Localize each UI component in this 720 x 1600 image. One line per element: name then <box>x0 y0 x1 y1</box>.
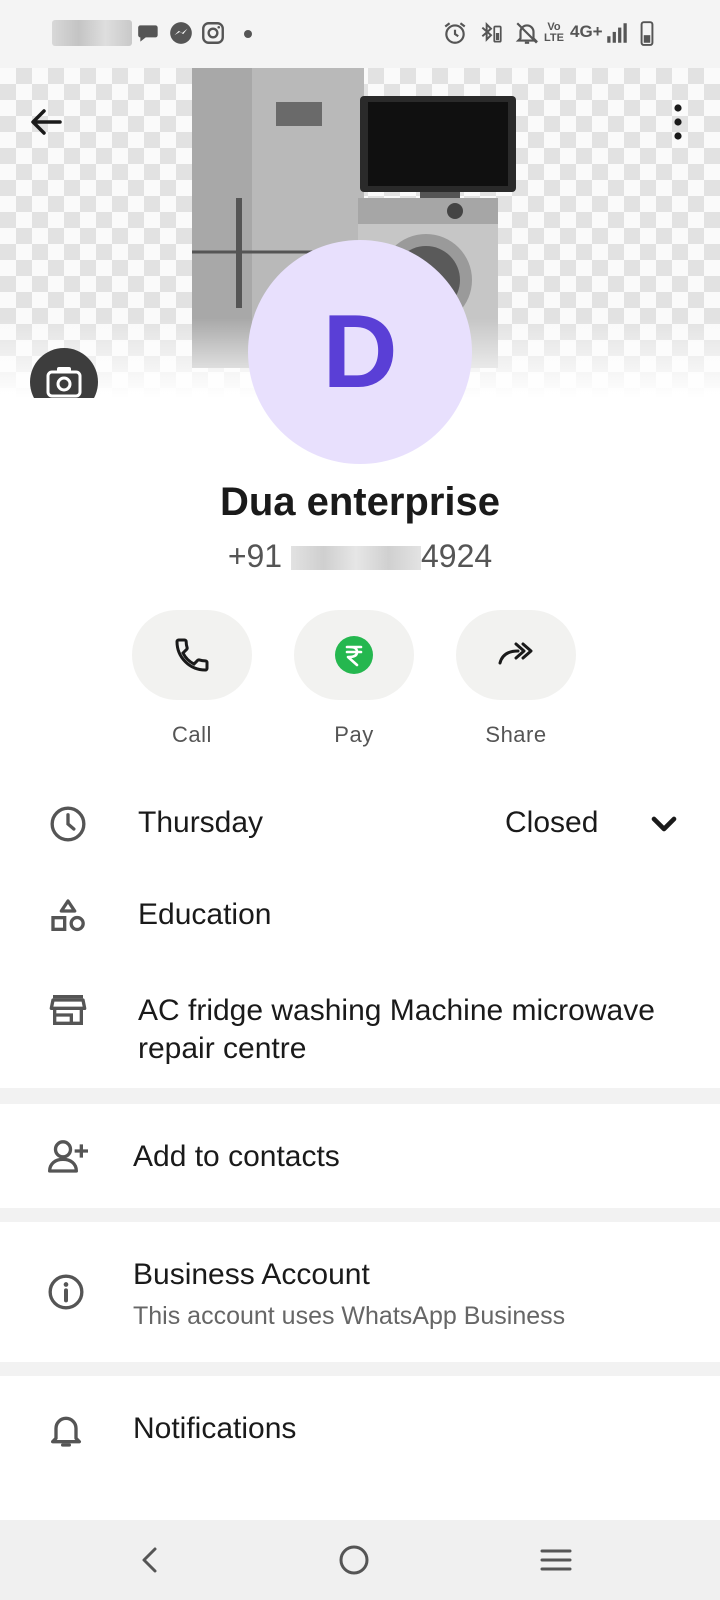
notifications-row[interactable]: Notifications <box>0 1376 720 1520</box>
more-options-icon[interactable] <box>666 100 690 144</box>
bell-icon <box>51 1416 82 1447</box>
business-info-section: Thursday Closed Education AC fridge wash… <box>0 778 720 1088</box>
info-icon <box>48 1274 84 1310</box>
business-name: Dua enterprise <box>219 480 501 524</box>
call-pill[interactable] <box>132 610 252 700</box>
store-icon <box>49 995 87 1025</box>
call-button[interactable]: Call <box>132 610 252 748</box>
share-icon <box>498 642 533 665</box>
network-type: 4G+ <box>570 22 603 41</box>
alarm-icon <box>444 22 466 44</box>
add-to-contacts-row[interactable]: Add to contacts <box>0 1104 720 1208</box>
call-label: Call <box>172 722 212 747</box>
status-bar: Vo LTE 4G+ <box>0 0 720 68</box>
shapes-icon <box>51 899 85 932</box>
signal-icon <box>607 23 627 43</box>
chevron-down-icon[interactable] <box>644 804 684 844</box>
change-cover-photo-button[interactable] <box>30 348 98 398</box>
phone-prefix: +91 <box>227 538 283 574</box>
phone-redacted-digits <box>290 546 421 570</box>
volte-indicator: Vo LTE <box>544 21 564 44</box>
nav-recents-icon[interactable] <box>534 1538 578 1582</box>
blurred-notification-icons <box>52 20 132 46</box>
pay-button[interactable]: Pay <box>294 610 414 748</box>
business-account-row[interactable]: Business Account This account uses Whats… <box>0 1222 720 1362</box>
instagram-icon <box>202 22 224 44</box>
business-description: AC fridge washing Machine microwave repa… <box>138 994 655 1065</box>
share-label: Share <box>485 722 547 747</box>
hours-day: Thursday <box>138 806 264 839</box>
bluetooth-battery-icon <box>481 21 502 43</box>
notifications-label: Notifications <box>133 1412 297 1445</box>
pay-label: Pay <box>334 722 374 747</box>
share-pill[interactable] <box>456 610 576 700</box>
profile-avatar[interactable]: D <box>248 240 472 464</box>
camera-icon <box>46 367 82 398</box>
description-row: AC fridge washing Machine microwave repa… <box>0 962 720 1088</box>
business-account-title: Business Account <box>133 1258 370 1291</box>
hours-status: Closed <box>505 806 599 839</box>
nav-home-icon[interactable] <box>332 1538 376 1582</box>
pay-pill[interactable] <box>294 610 414 700</box>
phone-icon <box>175 638 209 672</box>
add-person-icon <box>48 1140 88 1173</box>
add-to-contacts-label: Add to contacts <box>133 1140 340 1173</box>
phone-number[interactable]: +91 4924 <box>0 538 720 575</box>
share-button[interactable]: Share <box>456 610 576 748</box>
business-category: Education <box>138 898 272 931</box>
nav-back-icon[interactable] <box>128 1538 172 1582</box>
category-row: Education <box>0 870 720 962</box>
clock-icon <box>50 806 86 842</box>
rupee-icon <box>335 636 373 674</box>
avatar-initial: D <box>322 293 398 410</box>
phone-suffix: 4924 <box>420 538 493 574</box>
business-hours-row[interactable]: Thursday Closed <box>0 778 720 870</box>
battery-icon <box>640 21 654 46</box>
mute-notifications-icon <box>515 22 539 44</box>
chat-bubble-icon <box>138 25 158 42</box>
more-notifications-dot <box>244 30 252 38</box>
back-arrow-icon[interactable] <box>22 98 70 146</box>
business-account-subtitle: This account uses WhatsApp Business <box>133 1302 566 1330</box>
system-navigation-bar <box>0 1520 720 1600</box>
messenger-icon <box>170 22 192 44</box>
